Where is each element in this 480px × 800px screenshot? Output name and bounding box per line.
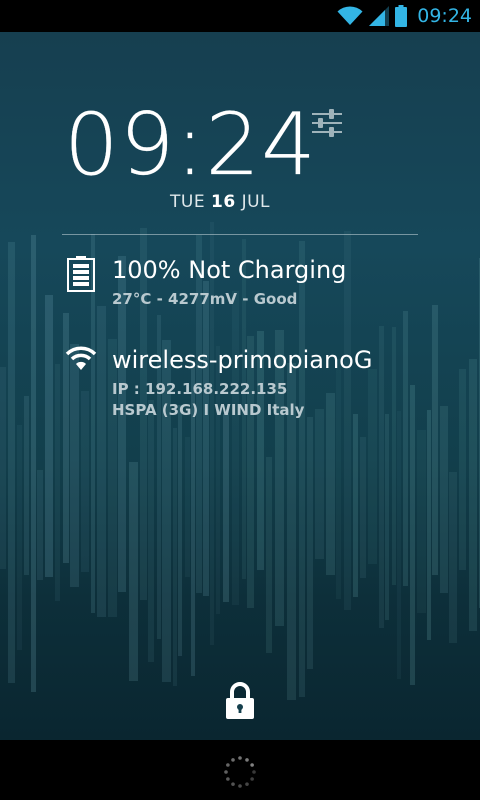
date-month: JUL (241, 192, 270, 212)
status-icons: 09:24 (337, 0, 472, 32)
status-time: 09:24 (417, 5, 472, 27)
lock-screen: 09:24 09:24 TUE 16 JUL 100% Not Charging… (0, 0, 480, 800)
carrier-info: HSPA (3G) I WIND Italy (112, 401, 305, 419)
wifi-ssid: wireless-primopianoG (112, 346, 373, 374)
divider (62, 234, 418, 235)
wifi-icon (65, 346, 97, 370)
date-day: 16 (210, 192, 236, 212)
battery-icon (395, 5, 408, 27)
battery-details: 27°C - 4277mV - Good (112, 290, 298, 308)
date-weekday: TUE (170, 192, 206, 212)
signal-icon (369, 6, 390, 26)
ip-address: IP : 192.168.222.135 (112, 380, 288, 398)
navigation-bar (0, 740, 480, 800)
lockscreen-date: TUE 16 JUL (170, 192, 270, 212)
settings-sliders-icon[interactable] (310, 108, 344, 138)
status-bar: 09:24 (0, 0, 480, 32)
wallpaper: 09:24 TUE 16 JUL 100% Not Charging 27°C … (0, 32, 480, 740)
battery-status: 100% Not Charging (112, 256, 347, 284)
battery-full-icon (67, 256, 95, 292)
loading-spinner-icon (224, 756, 256, 788)
lock-icon[interactable] (224, 682, 256, 720)
lockscreen-clock: 09:24 (64, 95, 317, 195)
wifi-icon (337, 6, 363, 25)
